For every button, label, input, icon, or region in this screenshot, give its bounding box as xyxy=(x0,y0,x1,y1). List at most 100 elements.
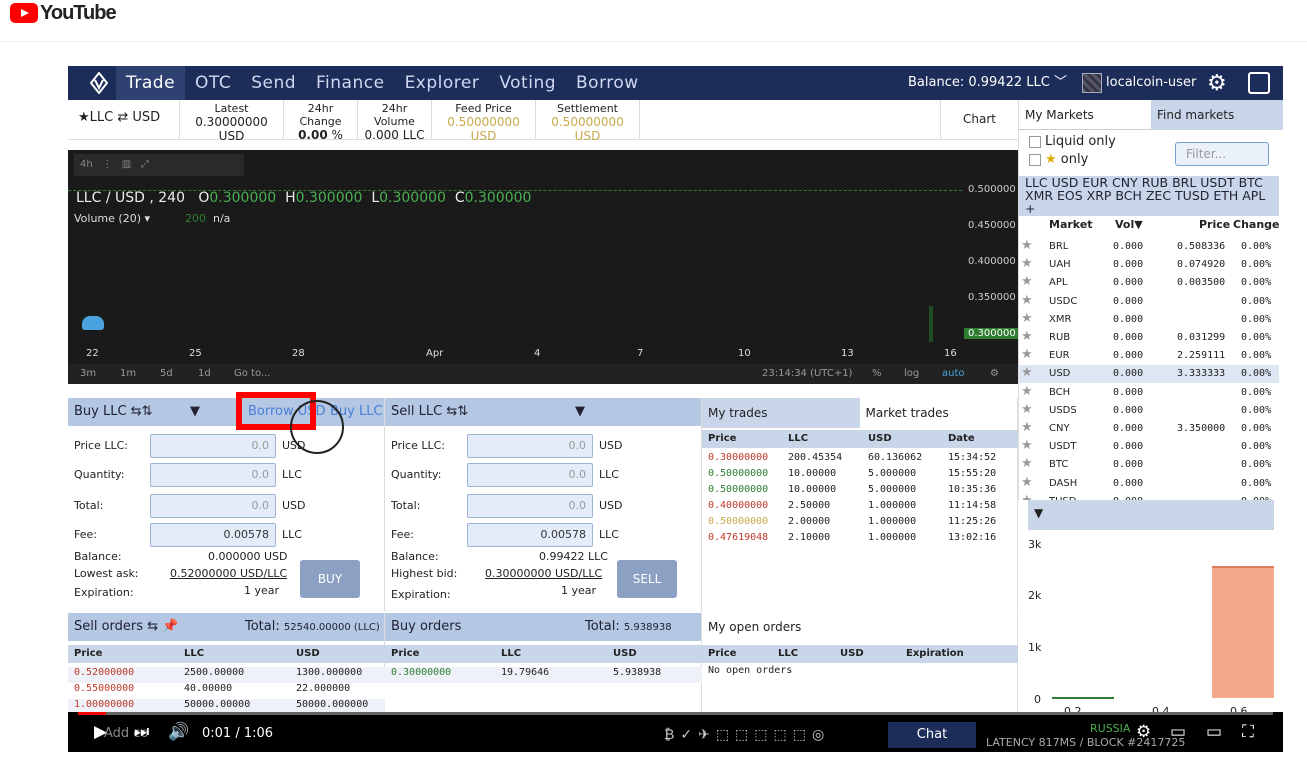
settings-icon[interactable]: ⚙ xyxy=(1136,722,1151,742)
gear-icon[interactable]: ⚙ xyxy=(990,364,999,384)
star-icon[interactable]: ★ xyxy=(1021,475,1033,490)
caret-down-icon[interactable]: ▼ xyxy=(190,398,200,426)
market-row[interactable]: ★ USDC 0.000 0.00% xyxy=(1019,293,1279,311)
unit-label: USD xyxy=(599,439,623,452)
highest-bid[interactable]: 0.30000000 USD/LLC xyxy=(485,567,602,580)
market-row[interactable]: ★ APL 0.000 0.003500 0.00% xyxy=(1019,274,1279,292)
star-icon[interactable]: ★ xyxy=(1021,438,1033,453)
market-row[interactable]: ★ CNY 0.000 3.350000 0.00% xyxy=(1019,420,1279,438)
lock-icon[interactable] xyxy=(1248,72,1270,94)
star-icon[interactable]: ★ xyxy=(1021,329,1033,344)
tab-market-trades[interactable]: Market trades xyxy=(860,398,1018,428)
market-row[interactable]: ★ BCH 0.000 0.00% xyxy=(1019,384,1279,402)
market-row[interactable]: ★ EUR 0.000 2.259111 0.00% xyxy=(1019,347,1279,365)
miniplayer-icon[interactable]: ▭ xyxy=(1170,722,1186,742)
pin-icon[interactable]: 📌 xyxy=(162,619,178,634)
market-filter-input[interactable]: Filter... xyxy=(1175,142,1269,166)
buy-button[interactable]: BUY xyxy=(300,560,360,598)
goto-button[interactable]: Go to... xyxy=(234,364,270,384)
starred-only-checkbox[interactable]: ★ only xyxy=(1029,152,1088,167)
market-row[interactable]: ★ USD 0.000 3.333333 0.00% xyxy=(1019,365,1279,384)
progress-bar[interactable] xyxy=(78,712,1273,715)
star-icon[interactable]: ★ xyxy=(1021,293,1033,308)
volume-icon[interactable]: 🔊 xyxy=(168,722,189,742)
quote-currency-tabs[interactable]: LLC USD EUR CNY RUB BRL USDT BTC XMR EOS… xyxy=(1019,176,1279,216)
market-row[interactable]: ★ UAH 0.000 0.074920 0.00% xyxy=(1019,256,1279,274)
chart-toolbar[interactable]: 4h ⋮ ▥ ⤢ xyxy=(74,154,244,176)
chat-button[interactable]: Chat xyxy=(888,722,976,748)
buy-order-row[interactable]: 0.30000000 19.79646 5.938938 xyxy=(385,667,702,683)
youtube-logo[interactable]: YouTube xyxy=(10,2,117,24)
buy-expiration-select[interactable]: 1 year xyxy=(244,584,279,597)
tf-1d[interactable]: 1d xyxy=(198,364,211,384)
pair-selector[interactable]: ★LLC ⇄ USD xyxy=(68,100,180,139)
nav-otc[interactable]: OTC xyxy=(185,66,241,100)
caret-down-icon[interactable]: ▼ xyxy=(1034,506,1043,520)
caret-down-icon[interactable]: ▼ xyxy=(575,398,585,426)
sell-balance[interactable]: 0.99422 LLC xyxy=(539,550,608,563)
theater-icon[interactable]: ▭ xyxy=(1206,722,1222,742)
nav-send[interactable]: Send xyxy=(241,66,306,100)
sell-expiration-select[interactable]: 1 year xyxy=(561,584,596,597)
star-icon[interactable]: ★ xyxy=(1021,274,1033,289)
swap-icon[interactable]: ⇆⇅ xyxy=(131,404,153,419)
star-icon[interactable]: ★ xyxy=(1021,420,1033,435)
market-row[interactable]: ★ RUB 0.000 0.031299 0.00% xyxy=(1019,329,1279,347)
star-icon[interactable]: ★ xyxy=(1021,402,1033,417)
tf-1m[interactable]: 1m xyxy=(120,364,136,384)
liquid-only-checkbox[interactable]: Liquid only xyxy=(1029,134,1116,149)
swap-icon[interactable]: ⇆⇅ xyxy=(446,404,468,419)
tab-my-trades[interactable]: My trades xyxy=(702,398,860,428)
fullscreen-icon[interactable]: ⛶ xyxy=(1242,722,1254,742)
market-row[interactable]: ★ BTC 0.000 0.00% xyxy=(1019,456,1279,474)
star-icon[interactable]: ★ xyxy=(1021,456,1033,471)
lowest-ask[interactable]: 0.52000000 USD/LLC xyxy=(170,567,287,580)
nav-finance[interactable]: Finance xyxy=(306,66,395,100)
buy-price-input[interactable]: 0.0 xyxy=(150,434,276,458)
sell-fee-input[interactable]: 0.00578 xyxy=(467,523,593,547)
account-button[interactable]: localcoin-user xyxy=(1082,66,1196,100)
star-icon[interactable]: ★ xyxy=(1021,256,1033,271)
star-icon[interactable]: ★ xyxy=(1021,384,1033,399)
tf-3m[interactable]: 3m xyxy=(80,364,96,384)
market-row[interactable]: ★ XMR 0.000 0.00% xyxy=(1019,311,1279,329)
nav-borrow[interactable]: Borrow xyxy=(566,66,649,100)
buy-balance[interactable]: 0.000000 USD xyxy=(208,550,288,563)
sell-price-input[interactable]: 0.0 xyxy=(467,434,593,458)
auto-toggle[interactable]: auto xyxy=(942,364,965,384)
sell-order-row[interactable]: 0.52000000 2500.00000 1300.000000 xyxy=(68,667,385,683)
sell-order-row[interactable]: 0.55000000 40.00000 22.000000 xyxy=(68,683,385,699)
market-row[interactable]: ★ USDT 0.000 0.00% xyxy=(1019,438,1279,456)
star-icon[interactable]: ★ xyxy=(1021,311,1033,326)
star-icon[interactable]: ★ xyxy=(1021,238,1033,253)
tf-5d[interactable]: 5d xyxy=(160,364,173,384)
sell-button[interactable]: SELL xyxy=(617,560,677,598)
percent-toggle[interactable]: % xyxy=(872,364,882,384)
gear-icon[interactable]: ⚙ xyxy=(1207,71,1227,96)
market-row[interactable]: ★ BRL 0.000 0.508336 0.00% xyxy=(1019,238,1279,256)
nav-voting[interactable]: Voting xyxy=(489,66,566,100)
buy-quantity-input[interactable]: 0.0 xyxy=(150,463,276,487)
tab-find-markets[interactable]: Find markets xyxy=(1151,100,1283,130)
localcoin-logo-icon[interactable] xyxy=(90,72,108,94)
balance-dropdown[interactable]: Balance: 0.99422 LLC ﹀ xyxy=(908,66,1067,100)
nav-explorer[interactable]: Explorer xyxy=(395,66,490,100)
log-toggle[interactable]: log xyxy=(904,364,919,384)
social-icons[interactable]: ₿✓✈⬚⬚⬚⬚⬚◎ xyxy=(664,726,830,743)
price-chart[interactable]: 4h ⋮ ▥ ⤢ LLC / USD , 240 O0.300000 H0.30… xyxy=(68,150,1018,384)
star-icon[interactable]: ★ xyxy=(1021,347,1033,362)
market-row[interactable]: ★ USDS 0.000 0.00% xyxy=(1019,402,1279,420)
price-tick: 0.400000 xyxy=(968,256,1016,267)
sell-quantity-input[interactable]: 0.0 xyxy=(467,463,593,487)
sell-total-input[interactable]: 0.0 xyxy=(467,494,593,518)
star-icon[interactable]: ★ xyxy=(1021,365,1033,380)
buy-fee-input[interactable]: 0.00578 xyxy=(150,523,276,547)
market-row[interactable]: ★ DASH 0.000 0.00% xyxy=(1019,475,1279,493)
chart-options-button[interactable]: Chart options xyxy=(940,100,1018,164)
swap-icon[interactable]: ⇆ xyxy=(147,619,158,634)
tab-my-markets[interactable]: My Markets xyxy=(1019,100,1151,130)
swap-icon[interactable]: ⇄ xyxy=(117,110,128,125)
nav-trade[interactable]: Trade xyxy=(116,66,186,100)
next-icon[interactable]: ⏭ xyxy=(134,722,149,742)
buy-total-input[interactable]: 0.0 xyxy=(150,494,276,518)
